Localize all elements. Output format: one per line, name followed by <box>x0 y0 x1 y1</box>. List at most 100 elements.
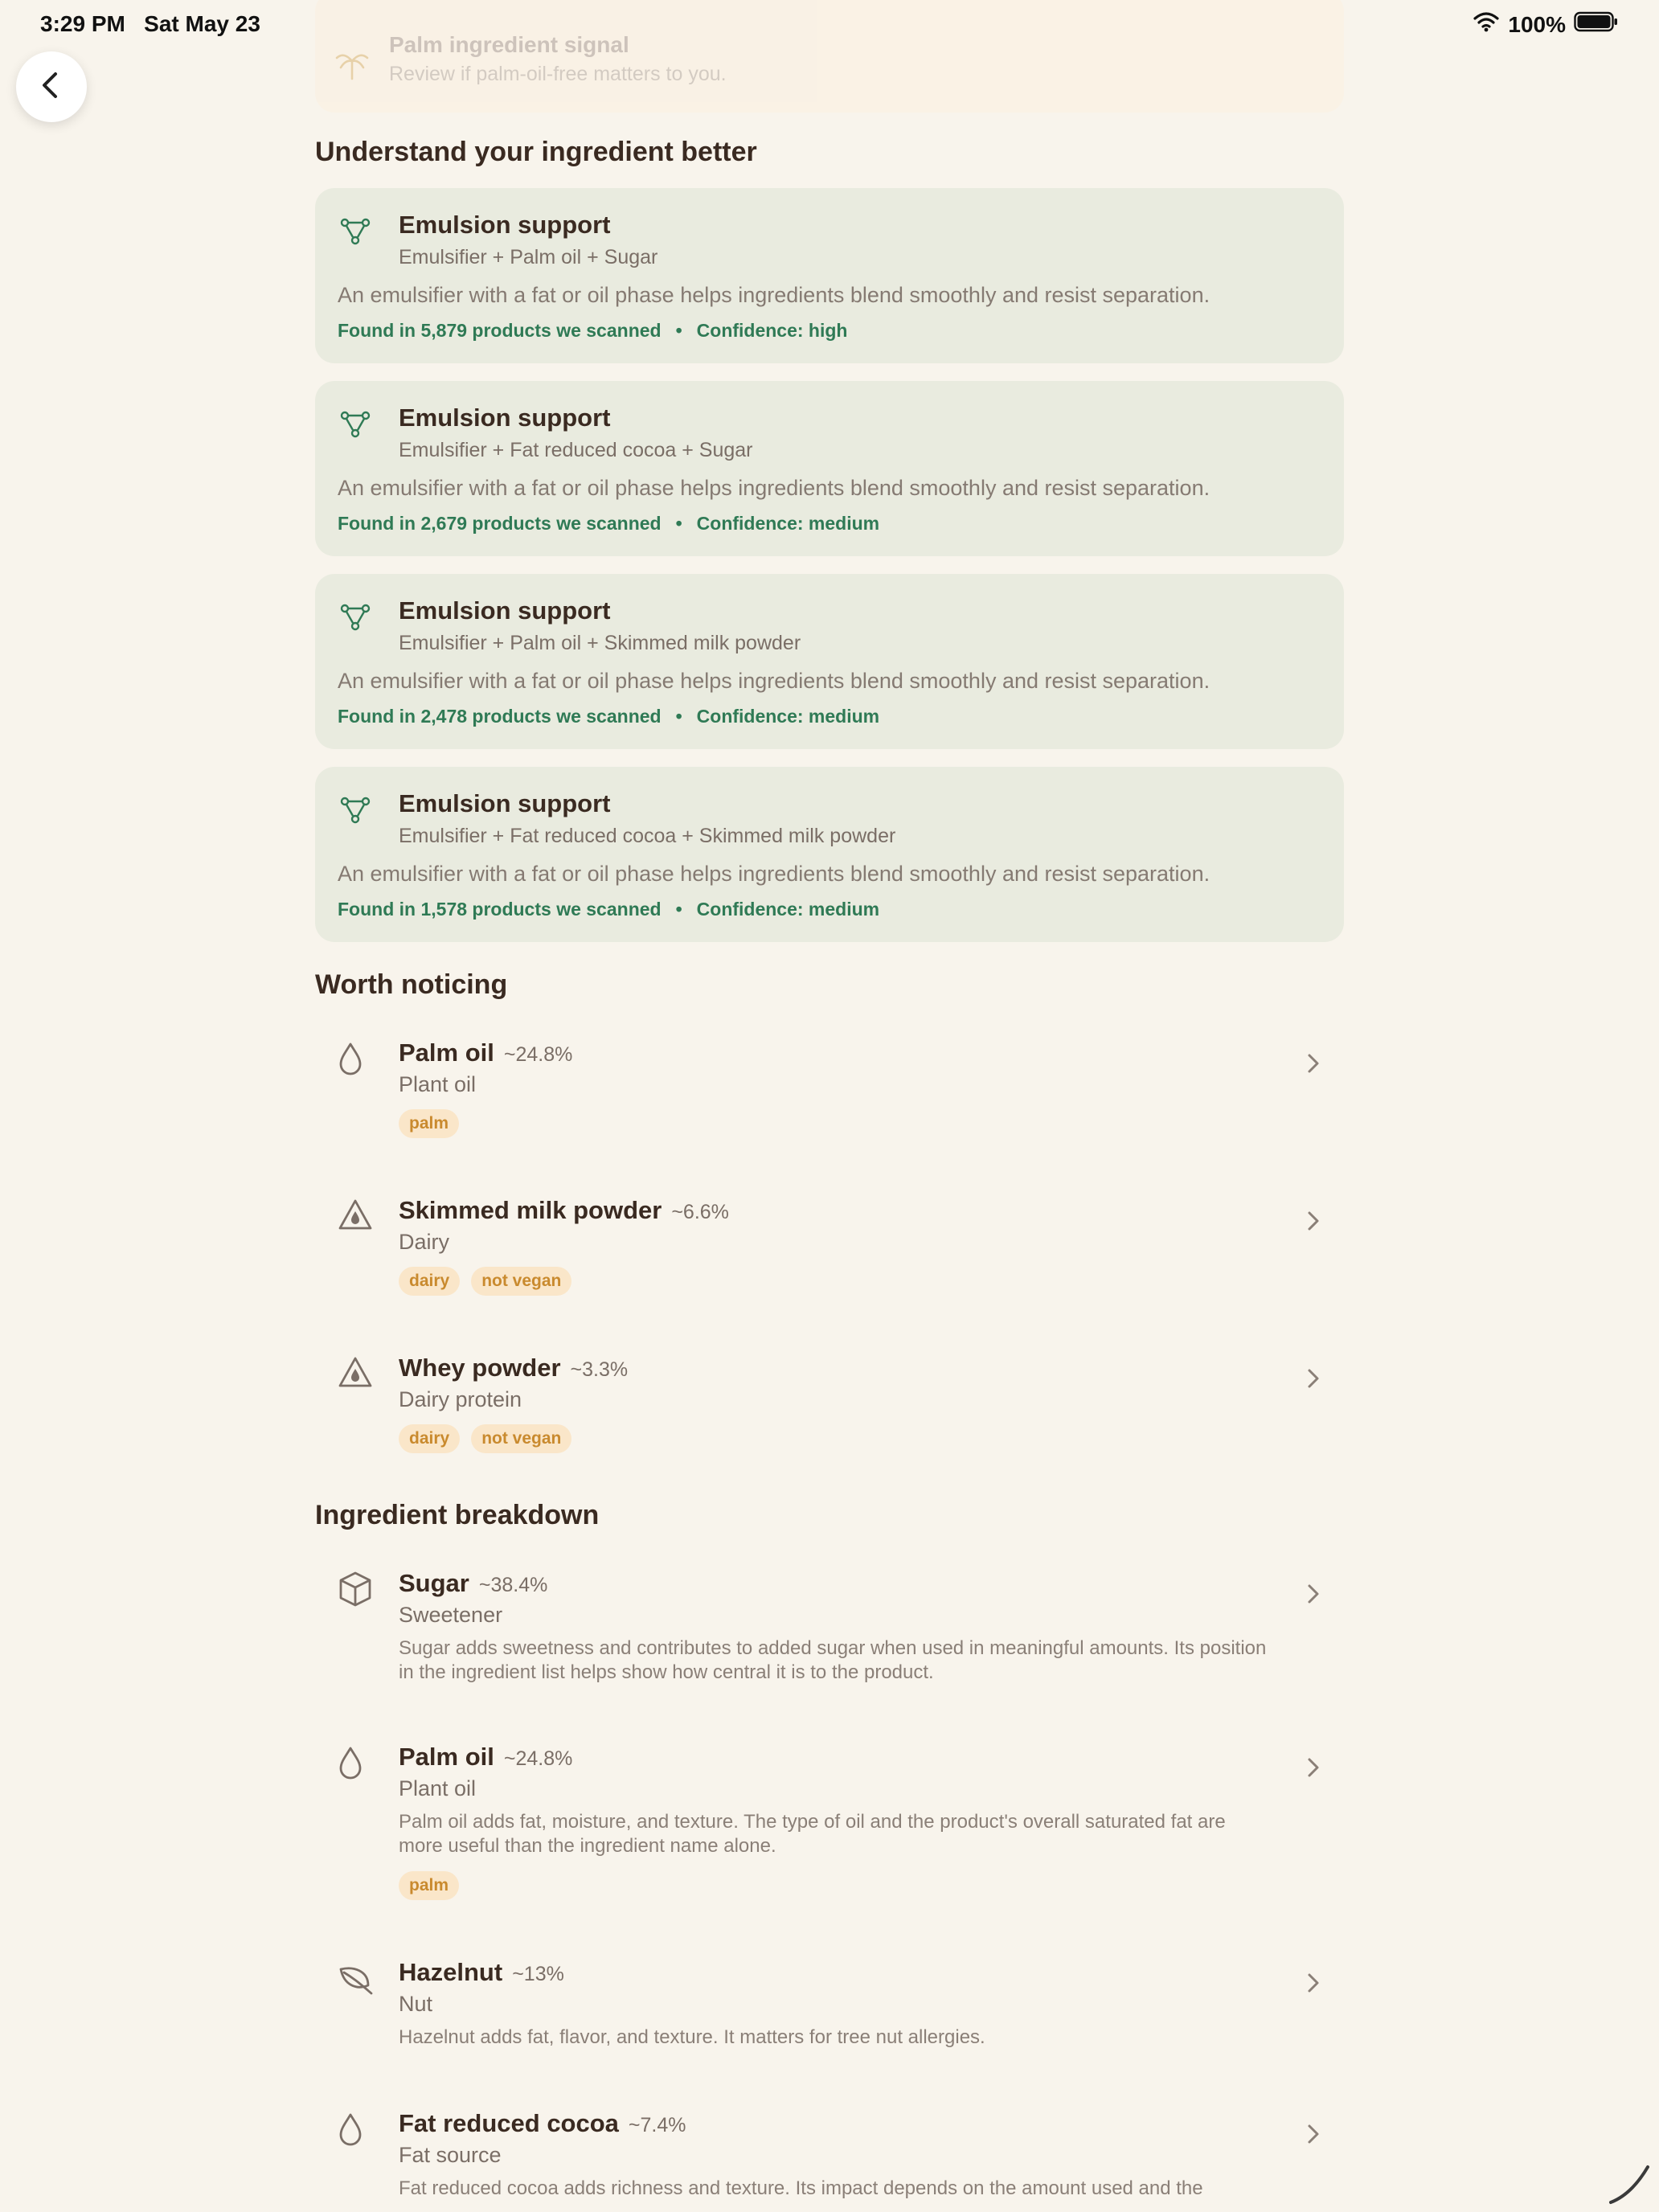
combo-card-meta: Found in 5,879 products we scanned • Confi… <box>338 320 847 342</box>
status-time: 3:29 PM <box>40 11 125 36</box>
combo-card-confidence: Confidence: medium <box>696 513 880 534</box>
combo-card-ingredients: Emulsifier + Fat reduced cocoa + Skimmed… <box>399 825 896 847</box>
molecule-icon <box>339 601 371 637</box>
combo-card-found: Found in 2,679 products we scanned <box>338 513 662 534</box>
wifi-icon <box>1473 11 1500 38</box>
chevron-right-icon <box>1305 1971 1321 1999</box>
combo-card-title: Emulsion support <box>399 403 611 432</box>
ingredient-name-text: Palm oil <box>399 1743 494 1771</box>
chevron-right-icon <box>1305 1582 1321 1610</box>
ingredient-name-text: Sugar <box>399 1569 469 1597</box>
molecule-icon <box>339 794 371 830</box>
ingredient-name: Fat reduced cocoa ~7.4% <box>399 2109 686 2138</box>
palm-tree-icon <box>334 48 370 84</box>
tag-list: dairy not vegan <box>399 1424 572 1453</box>
combo-card-description: An emulsifier with a fat or oil phase he… <box>338 476 1210 500</box>
combo-card[interactable]: Emulsion support Emulsifier + Palm oil +… <box>315 574 1344 749</box>
ingredient-percent: ~38.4% <box>478 1574 548 1596</box>
back-button[interactable] <box>16 51 87 122</box>
ingredient-percent: ~7.4% <box>628 2114 686 2136</box>
warning-drop-icon <box>338 1355 373 1395</box>
meta-separator: • <box>675 513 682 534</box>
ingredient-name: Palm oil ~24.8% <box>399 1038 572 1067</box>
combo-card-description: An emulsifier with a fat or oil phase he… <box>338 862 1210 886</box>
palm-signal-subtitle: Review if palm-oil-free matters to you. <box>389 63 727 85</box>
combo-card-found: Found in 5,879 products we scanned <box>338 320 662 341</box>
tag-dairy: dairy <box>399 1424 461 1453</box>
notice-item-whey-powder[interactable]: Whey powder ~3.3% Dairy protein dairy not… <box>315 1354 1344 1474</box>
ingredient-percent: ~6.6% <box>671 1201 729 1223</box>
combo-card-found: Found in 2,478 products we scanned <box>338 706 662 727</box>
combo-card-confidence: Confidence: high <box>696 320 848 341</box>
battery-icon <box>1574 11 1619 38</box>
notice-item-skimmed-milk-powder[interactable]: Skimmed milk powder ~6.6% Dairy dairy not… <box>315 1196 1344 1317</box>
molecule-icon <box>339 408 371 444</box>
drop-icon <box>338 1746 363 1785</box>
combo-card-meta: Found in 1,578 products we scanned • Confi… <box>338 899 879 920</box>
ingredient-name: Palm oil ~24.8% <box>399 1743 572 1772</box>
ingredient-name: Skimmed milk powder ~6.6% <box>399 1196 729 1225</box>
tag-list: dairy not vegan <box>399 1267 572 1296</box>
scroll-indicator-icon[interactable] <box>1608 2162 1653 2211</box>
combo-card[interactable]: Emulsion support Emulsifier + Palm oil +… <box>315 188 1344 363</box>
ingredient-category: Plant oil <box>399 1776 477 1800</box>
ingredient-name: Sugar ~38.4% <box>399 1569 547 1598</box>
ingredient-description: Hazelnut adds fat, flavor, and texture. … <box>399 2026 985 2048</box>
ingredient-percent: ~24.8% <box>503 1043 573 1066</box>
tag-dairy: dairy <box>399 1267 461 1296</box>
meta-separator: • <box>675 320 682 341</box>
ingredient-category: Dairy <box>399 1230 450 1254</box>
breakdown-item-fat-reduced-cocoa[interactable]: Fat reduced cocoa ~7.4% Fat source Fat re… <box>315 2109 1344 2212</box>
combo-card-ingredients: Emulsifier + Palm oil + Sugar <box>399 246 658 268</box>
meta-separator: • <box>675 899 682 920</box>
combo-card-title: Emulsion support <box>399 596 611 625</box>
combo-card-confidence: Confidence: medium <box>696 899 880 920</box>
chevron-right-icon <box>1305 2122 1321 2150</box>
ingredient-percent: ~3.3% <box>570 1358 629 1381</box>
notice-item-palm-oil[interactable]: Palm oil ~24.8% Plant oil palm <box>315 1038 1344 1159</box>
warning-drop-icon <box>338 1198 373 1237</box>
leaf-icon <box>338 1963 373 1999</box>
palm-signal-title: Palm ingredient signal <box>389 32 629 57</box>
ingredient-name-text: Hazelnut <box>399 1958 503 1986</box>
ingredient-category: Nut <box>399 1992 433 2016</box>
chevron-right-icon <box>1305 1209 1321 1237</box>
status-time-date: 3:29 PM Sat May 23 <box>40 11 260 37</box>
chevron-right-icon <box>1305 1366 1321 1395</box>
ingredient-name: Whey powder ~3.3% <box>399 1354 628 1382</box>
ingredient-category: Dairy protein <box>399 1387 522 1411</box>
ingredient-name-text: Fat reduced cocoa <box>399 2109 619 2137</box>
battery-percent: 100% <box>1508 11 1566 37</box>
ingredient-name-text: Skimmed milk powder <box>399 1196 662 1224</box>
chevron-right-icon <box>1305 1051 1321 1079</box>
status-right: 100% <box>1473 11 1619 38</box>
ingredient-description: Palm oil adds fat, moisture, and texture… <box>399 1811 1226 1857</box>
ingredient-category: Plant oil <box>399 1072 477 1096</box>
tag-palm: palm <box>399 1871 460 1900</box>
combo-card-ingredients: Emulsifier + Fat reduced cocoa + Sugar <box>399 439 753 461</box>
tag-list: palm <box>399 1109 460 1138</box>
breakdown-item-hazelnut[interactable]: Hazelnut ~13% Nut Hazelnut adds fat, flav… <box>315 1958 1344 2071</box>
tag-not-vegan: not vegan <box>471 1267 572 1296</box>
ingredient-category: Sweetener <box>399 1603 503 1627</box>
combo-card-meta: Found in 2,478 products we scanned • Confi… <box>338 706 879 727</box>
combo-card-ingredients: Emulsifier + Palm oil + Skimmed milk pow… <box>399 632 801 654</box>
molecule-icon <box>339 215 371 252</box>
tag-list: palm <box>399 1871 460 1900</box>
breakdown-item-sugar[interactable]: Sugar ~38.4% Sweetener Sugar adds sweetne… <box>315 1569 1344 1706</box>
palm-signal-card[interactable]: Palm ingredient signal Review if palm-oi… <box>315 0 1344 113</box>
status-date: Sat May 23 <box>144 11 260 36</box>
breakdown-item-palm-oil[interactable]: Palm oil ~24.8% Plant oil Palm oil adds f… <box>315 1743 1344 1911</box>
cube-icon <box>338 1571 373 1612</box>
combo-card[interactable]: Emulsion support Emulsifier + Fat reduce… <box>315 767 1344 942</box>
tag-not-vegan: not vegan <box>471 1424 572 1453</box>
tag-palm: palm <box>399 1109 460 1138</box>
combo-card[interactable]: Emulsion support Emulsifier + Fat reduce… <box>315 381 1344 556</box>
ingredient-name: Hazelnut ~13% <box>399 1958 564 1987</box>
ingredient-description: Sugar adds sweetness and contributes to … <box>399 1637 1267 1683</box>
ingredient-name-text: Palm oil <box>399 1038 494 1067</box>
combo-card-title: Emulsion support <box>399 789 611 817</box>
section-title-worth-noticing: Worth noticing <box>315 969 508 1000</box>
combo-card-title: Emulsion support <box>399 211 611 239</box>
combo-card-found: Found in 1,578 products we scanned <box>338 899 662 920</box>
